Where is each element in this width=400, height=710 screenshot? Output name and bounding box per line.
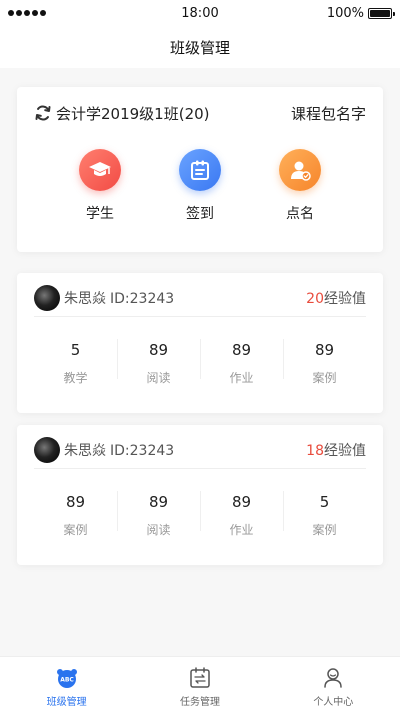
- stat-item: 89 阅读: [117, 483, 200, 543]
- avatar: [34, 437, 60, 463]
- task-calendar-icon: [187, 665, 213, 691]
- tab-label: 任务管理: [179, 697, 220, 708]
- stat-value: 89: [231, 341, 252, 359]
- battery-level: 100%: [326, 6, 364, 21]
- experience-points: 18经验值: [306, 440, 366, 460]
- status-bar: 18:00 100%: [0, 0, 400, 26]
- svg-text:ABC: ABC: [60, 677, 74, 684]
- student-stats: 5 教学 89 阅读 89 作业 89 案例: [34, 331, 366, 391]
- tab-bar: ABC 班级管理 任务管理 个人中心: [0, 656, 400, 710]
- tab-label: 班级管理: [46, 697, 87, 708]
- clipboard-checkin-icon: [179, 149, 221, 191]
- stat-value: 5: [70, 341, 81, 359]
- checkin-button[interactable]: 签到: [150, 149, 250, 223]
- page-title: 班级管理: [169, 39, 230, 57]
- graduation-cap-icon: [79, 149, 121, 191]
- stat-item: 5 教学: [34, 331, 117, 391]
- stat-label: 案例: [63, 523, 88, 537]
- stat-label: 阅读: [146, 371, 171, 385]
- stat-item: 89 作业: [200, 331, 283, 391]
- student-name: 朱思焱: [64, 443, 106, 459]
- battery-icon: [368, 8, 395, 19]
- tab-label: 个人中心: [313, 697, 354, 708]
- class-header: 会计学2019级1班(20) 课程包名字: [34, 103, 366, 123]
- student-id: ID:23243: [110, 291, 175, 307]
- top-bar: 18:00 100% 班级管理: [0, 0, 400, 68]
- stat-item: 89 作业: [200, 483, 283, 543]
- experience-suffix: 经验值: [324, 443, 366, 459]
- class-card: 会计学2019级1班(20) 课程包名字 学生 签到 点名: [17, 87, 383, 252]
- stat-item: 89 案例: [283, 331, 366, 391]
- refresh-icon[interactable]: [34, 104, 52, 122]
- course-package-name[interactable]: 课程包名字: [291, 103, 366, 124]
- stat-label: 教学: [63, 371, 88, 385]
- tab-task-management[interactable]: 任务管理: [133, 657, 266, 710]
- students-button[interactable]: 学生: [50, 149, 150, 223]
- class-actions: 学生 签到 点名: [17, 149, 383, 229]
- stat-value: 89: [65, 493, 86, 511]
- tab-class-management[interactable]: ABC 班级管理: [0, 657, 133, 710]
- stat-value: 5: [319, 493, 330, 511]
- stat-label: 作业: [229, 371, 254, 385]
- student-header: 朱思焱 ID:23243 18经验值: [34, 437, 366, 469]
- student-card[interactable]: 朱思焱 ID:23243 18经验值 89 案例 89 阅读 89 作业 5 案例: [17, 425, 383, 565]
- student-card[interactable]: 朱思焱 ID:23243 20经验值 5 教学 89 阅读 89 作业 89 案例: [17, 273, 383, 413]
- rollcall-label: 点名: [286, 206, 314, 222]
- experience-value: 20: [306, 291, 324, 307]
- stat-item: 89 阅读: [117, 331, 200, 391]
- experience-value: 18: [306, 443, 324, 459]
- checkin-label: 签到: [186, 206, 214, 222]
- stat-label: 作业: [229, 523, 254, 537]
- stat-item: 89 案例: [34, 483, 117, 543]
- class-name[interactable]: 会计学2019级1班(20): [56, 103, 210, 124]
- stat-label: 案例: [312, 523, 337, 537]
- stat-label: 阅读: [146, 523, 171, 537]
- profile-icon: [320, 665, 346, 691]
- student-stats: 89 案例 89 阅读 89 作业 5 案例: [34, 483, 366, 543]
- student-name: 朱思焱: [64, 291, 106, 307]
- class-abc-icon: ABC: [54, 665, 80, 691]
- stat-value: 89: [148, 341, 169, 359]
- student-id: ID:23243: [110, 443, 175, 459]
- stat-value: 89: [148, 493, 169, 511]
- student-header: 朱思焱 ID:23243 20经验值: [34, 285, 366, 317]
- experience-points: 20经验值: [306, 288, 366, 308]
- tab-personal-center[interactable]: 个人中心: [267, 657, 400, 710]
- students-label: 学生: [86, 206, 114, 222]
- student-name-line: 朱思焱 ID:23243: [64, 288, 174, 308]
- stat-value: 89: [314, 341, 335, 359]
- stat-label: 案例: [312, 371, 337, 385]
- rollcall-button[interactable]: 点名: [250, 149, 350, 223]
- avatar: [34, 285, 60, 311]
- experience-suffix: 经验值: [324, 291, 366, 307]
- person-check-icon: [279, 149, 321, 191]
- student-name-line: 朱思焱 ID:23243: [64, 440, 174, 460]
- stat-item: 5 案例: [283, 483, 366, 543]
- stat-value: 89: [231, 493, 252, 511]
